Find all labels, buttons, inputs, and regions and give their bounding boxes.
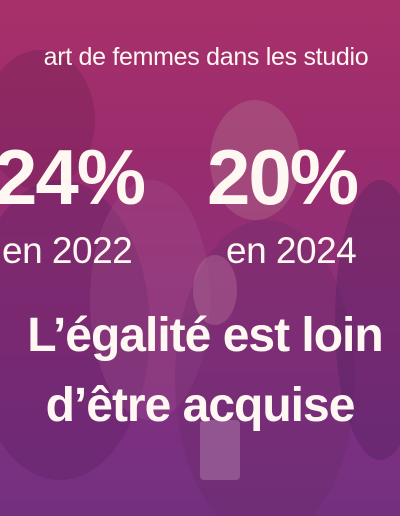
header-text: art de femmes dans les studio — [43, 43, 369, 71]
infographic-card: art de femmes dans les studio 24% 20% en… — [0, 0, 400, 516]
stat-2024-year: en 2024 — [226, 230, 357, 271]
stat-2024-value: 20% — [207, 133, 359, 221]
message-line-2: d’être acquise — [45, 379, 356, 432]
text-layer: art de femmes dans les studio 24% 20% en… — [0, 0, 400, 516]
stat-2022-value: 24% — [0, 133, 146, 221]
stat-2022-year: en 2022 — [2, 230, 133, 271]
message-line-1: L’égalité est loin — [27, 309, 383, 362]
